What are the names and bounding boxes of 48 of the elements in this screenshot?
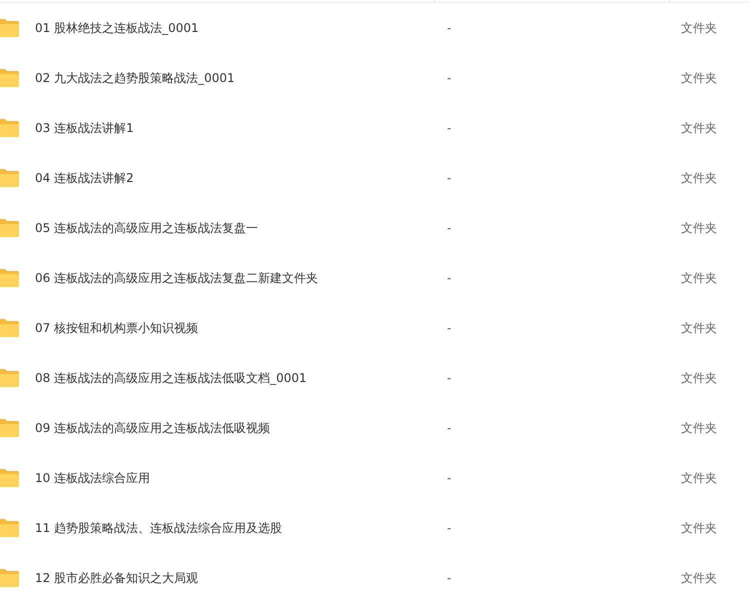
file-size: - [446, 21, 452, 35]
file-size: - [446, 421, 452, 435]
folder-icon [0, 218, 20, 238]
file-type: 文件夹 [680, 520, 717, 536]
file-type: 文件夹 [680, 120, 717, 136]
file-name[interactable]: 07 核按钮和机构票小知识视频 [35, 320, 435, 336]
file-type: 文件夹 [680, 370, 717, 386]
file-name[interactable]: 10 连板战法综合应用 [35, 470, 435, 486]
file-name[interactable]: 09 连板战法的高级应用之连板战法低吸视频 [35, 420, 435, 436]
folder-icon [0, 18, 20, 38]
file-size: - [446, 321, 452, 335]
folder-icon [0, 168, 20, 188]
file-type: 文件夹 [680, 320, 717, 336]
file-type: 文件夹 [680, 420, 717, 436]
folder-icon [0, 468, 20, 488]
file-type: 文件夹 [680, 170, 717, 186]
file-type: 文件夹 [680, 570, 717, 586]
folder-icon [0, 568, 20, 588]
file-name[interactable]: 08 连板战法的高级应用之连板战法低吸文档_0001 [35, 370, 435, 386]
file-size: - [446, 371, 452, 385]
file-size: - [446, 521, 452, 535]
file-name[interactable]: 03 连板战法讲解1 [35, 120, 435, 136]
file-type: 文件夹 [680, 70, 717, 86]
file-name[interactable]: 02 九大战法之趋势股策略战法_0001 [35, 70, 435, 86]
folder-icon [0, 418, 20, 438]
file-size: - [446, 121, 452, 135]
file-size: - [446, 71, 452, 85]
folder-icon [0, 268, 20, 288]
folder-icon [0, 118, 20, 138]
file-size: - [446, 471, 452, 485]
file-name[interactable]: 06 连板战法的高级应用之连板战法复盘二新建文件夹 [35, 270, 435, 286]
file-size: - [446, 221, 452, 235]
file-name[interactable]: 11 趋势股策略战法、连板战法综合应用及选股 [35, 520, 435, 536]
file-type: 文件夹 [680, 470, 717, 486]
file-name[interactable]: 05 连板战法的高级应用之连板战法复盘一 [35, 220, 435, 236]
file-name[interactable]: 01 股林绝技之连板战法_0001 [35, 20, 435, 36]
file-size: - [446, 571, 452, 585]
folder-icon [0, 318, 20, 338]
file-type: 文件夹 [680, 20, 717, 36]
folder-icon [0, 68, 20, 88]
file-name[interactable]: 12 股市必胜必备知识之大局观 [35, 570, 435, 586]
file-type: 文件夹 [680, 220, 717, 236]
file-name[interactable]: 04 连板战法讲解2 [35, 170, 435, 186]
file-size: - [446, 271, 452, 285]
file-type: 文件夹 [680, 270, 717, 286]
folder-icon [0, 368, 20, 388]
folder-icon [0, 518, 20, 538]
file-size: - [446, 171, 452, 185]
